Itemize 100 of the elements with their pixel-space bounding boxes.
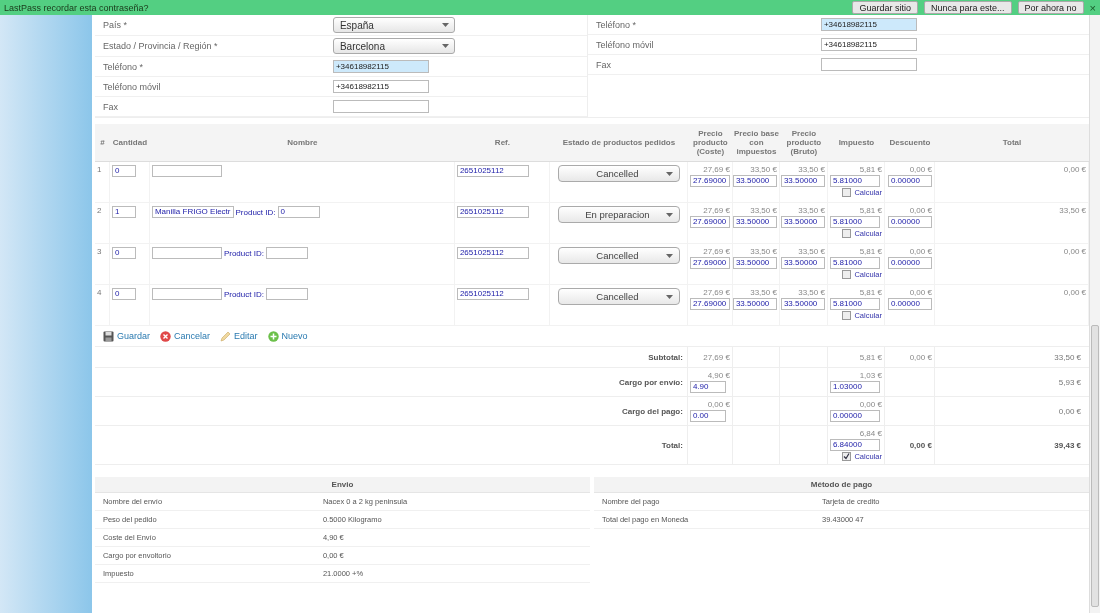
checkbox[interactable] bbox=[842, 270, 852, 279]
price-field[interactable]: 33.50000 bbox=[732, 216, 777, 228]
tax-field[interactable]: 5.81000 bbox=[829, 175, 880, 187]
price-text: 0,00 € bbox=[908, 165, 932, 174]
column-header: Precio producto (Coste) bbox=[692, 129, 729, 156]
name-field[interactable] bbox=[151, 288, 222, 300]
section-header: Método de pago bbox=[593, 477, 1089, 493]
prompt-button[interactable]: Nunca para este... bbox=[923, 1, 1012, 14]
product-id-field[interactable] bbox=[265, 288, 308, 300]
input-field[interactable]: +34618982115 bbox=[820, 18, 917, 31]
ref-field[interactable]: 2651025112 bbox=[456, 206, 529, 218]
price-text: 27,69 € bbox=[702, 165, 730, 174]
column-header: Impuesto bbox=[837, 138, 876, 147]
ref-field[interactable]: 2651025112 bbox=[456, 288, 529, 300]
price-text: 5,81 € bbox=[858, 288, 882, 297]
price-field[interactable]: 27.69000 bbox=[689, 257, 730, 269]
action-link[interactable]: Editar bbox=[220, 330, 258, 342]
column-header: Cantidad bbox=[111, 138, 149, 147]
close-button[interactable]: × bbox=[1089, 1, 1096, 14]
caret-icon bbox=[441, 44, 449, 48]
price-field[interactable]: 33.50000 bbox=[780, 175, 825, 187]
input-field[interactable]: +34618982115 bbox=[332, 80, 429, 93]
price-field[interactable]: 4.90 bbox=[689, 381, 726, 393]
row-number: 2 bbox=[96, 206, 102, 215]
price-text: 0,00 € bbox=[908, 206, 932, 215]
action-link[interactable]: Nuevo bbox=[267, 330, 308, 342]
checkbox[interactable] bbox=[842, 229, 852, 238]
quantity-field[interactable]: 0 bbox=[111, 247, 136, 259]
price-field[interactable]: 0.00000 bbox=[887, 257, 932, 269]
name-field[interactable]: Manilla FRIGO Electr bbox=[151, 206, 234, 218]
name-field[interactable] bbox=[151, 247, 222, 259]
checkbox[interactable] bbox=[842, 452, 852, 461]
price-field[interactable]: 0.00000 bbox=[887, 175, 932, 187]
price-text: 33,50 € bbox=[797, 247, 825, 256]
checkbox[interactable] bbox=[842, 188, 852, 197]
section-header: Envio bbox=[94, 477, 590, 493]
price-field[interactable]: 33.50000 bbox=[780, 216, 825, 228]
action-link[interactable]: Cancelar bbox=[159, 330, 210, 342]
product-id-field[interactable]: 0 bbox=[277, 206, 320, 218]
status-dropdown[interactable]: Cancelled bbox=[557, 165, 680, 182]
tax-field[interactable]: 6.84000 bbox=[829, 439, 880, 451]
caret-icon bbox=[665, 253, 673, 258]
price-text: 4,90 € bbox=[706, 371, 730, 380]
price-text: 27,69 € bbox=[702, 206, 730, 215]
tax-field[interactable]: 0.00000 bbox=[829, 410, 880, 422]
floppy-icon bbox=[102, 330, 114, 342]
tax-field[interactable]: 5.81000 bbox=[829, 298, 880, 310]
price-field[interactable]: 0.00000 bbox=[887, 216, 932, 228]
ref-field[interactable]: 2651025112 bbox=[456, 165, 529, 177]
input-field[interactable]: +34618982115 bbox=[332, 60, 429, 73]
quantity-field[interactable]: 1 bbox=[111, 206, 136, 218]
total-text: 39,43 € bbox=[1054, 440, 1081, 450]
field-label: País * bbox=[101, 20, 128, 30]
input-field[interactable] bbox=[332, 100, 429, 113]
scrollbar[interactable] bbox=[1089, 15, 1100, 613]
price-text: 5,81 € bbox=[858, 247, 882, 256]
status-dropdown[interactable]: Cancelled bbox=[557, 288, 680, 305]
price-field[interactable]: 27.69000 bbox=[689, 175, 730, 187]
price-field[interactable]: 0.00000 bbox=[887, 298, 932, 310]
checkbox[interactable] bbox=[842, 311, 852, 320]
price-field[interactable]: 27.69000 bbox=[689, 216, 730, 228]
caret-icon bbox=[665, 212, 673, 217]
product-id-field[interactable] bbox=[265, 247, 308, 259]
field-label: Teléfono móvil bbox=[594, 39, 655, 50]
price-text: 5,81 € bbox=[858, 352, 882, 362]
row-number: 1 bbox=[96, 165, 102, 174]
status-dropdown[interactable]: Cancelled bbox=[557, 247, 680, 264]
price-field[interactable]: 27.69000 bbox=[689, 298, 730, 310]
ref-field[interactable]: 2651025112 bbox=[456, 247, 529, 259]
field-label: Teléfono * bbox=[594, 19, 637, 30]
quantity-field[interactable]: 0 bbox=[111, 165, 136, 177]
action-link[interactable]: Guardar bbox=[102, 330, 150, 342]
total-text: 0,00 € bbox=[1062, 247, 1086, 256]
dropdown[interactable]: Barcelona bbox=[332, 38, 455, 54]
price-field[interactable]: 0.00 bbox=[689, 410, 726, 422]
status-dropdown[interactable]: En preparacion bbox=[557, 206, 680, 223]
tax-field[interactable]: 5.81000 bbox=[829, 216, 880, 228]
prompt-button[interactable]: Por ahora no bbox=[1017, 1, 1084, 14]
tax-field[interactable]: 1.03000 bbox=[829, 381, 880, 393]
price-field[interactable]: 33.50000 bbox=[732, 298, 777, 310]
price-text: 33,50 € bbox=[749, 165, 777, 174]
price-text: 5,81 € bbox=[858, 165, 882, 174]
pencil-icon bbox=[220, 330, 231, 342]
price-text: 33,50 € bbox=[797, 206, 825, 215]
price-field[interactable]: 33.50000 bbox=[780, 298, 825, 310]
price-field[interactable]: 33.50000 bbox=[732, 175, 777, 187]
prompt-button[interactable]: Guardar sitio bbox=[852, 1, 918, 14]
input-field[interactable]: +34618982115 bbox=[820, 38, 917, 51]
dropdown[interactable]: España bbox=[332, 17, 455, 33]
price-text: 33,50 € bbox=[797, 165, 825, 174]
input-field[interactable] bbox=[820, 58, 917, 71]
price-text: 5,81 € bbox=[858, 206, 882, 215]
quantity-field[interactable]: 0 bbox=[111, 288, 136, 300]
price-field[interactable]: 33.50000 bbox=[780, 257, 825, 269]
name-field[interactable] bbox=[151, 165, 222, 177]
totals-label: Subtotal: bbox=[648, 352, 683, 362]
total-text: 5,93 € bbox=[1058, 377, 1081, 387]
tax-field[interactable]: 5.81000 bbox=[829, 257, 880, 269]
price-field[interactable]: 33.50000 bbox=[732, 257, 777, 269]
price-text: 33,50 € bbox=[797, 288, 825, 297]
